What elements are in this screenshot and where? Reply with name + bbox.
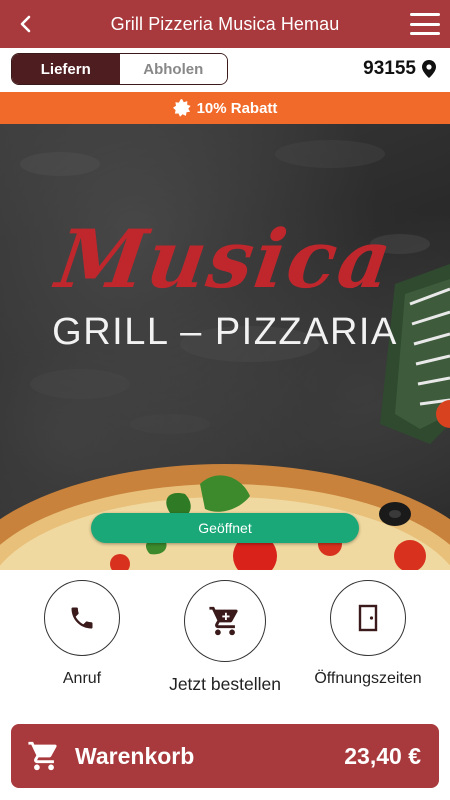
back-button[interactable] [12, 10, 40, 38]
phone-icon [71, 607, 93, 629]
order-mode-bar: Liefern Abholen 93155 [0, 48, 450, 92]
app-header: Grill Pizzeria Musica Hemau [0, 0, 450, 48]
order-now-label: Jetzt bestellen [169, 674, 281, 694]
opening-hours-button[interactable]: Öffnungszeiten [303, 580, 433, 688]
discount-banner[interactable]: 10% Rabatt [0, 92, 450, 124]
call-circle[interactable] [44, 580, 120, 656]
door-icon [358, 604, 378, 632]
cart-button[interactable]: Warenkorb 23,40 € [11, 724, 439, 788]
order-now-circle[interactable] [184, 580, 266, 662]
call-label: Anruf [62, 670, 102, 687]
opening-hours-circle[interactable] [330, 580, 406, 656]
delivery-pickup-toggle: Liefern Abholen [11, 53, 228, 85]
opening-hours-label: Öffnungszeiten [314, 670, 422, 687]
tab-abholen[interactable]: Abholen [119, 54, 227, 84]
order-now-button[interactable]: Jetzt bestellen [160, 580, 290, 695]
tab-liefern[interactable]: Liefern [12, 54, 120, 84]
map-pin-icon [422, 60, 436, 78]
shopping-cart-icon [209, 606, 238, 636]
cart-label: Warenkorb [75, 742, 195, 769]
page-title: Grill Pizzeria Musica Hemau [110, 13, 340, 34]
status-badge[interactable]: Geöffnet [91, 513, 359, 543]
shopping-cart-icon [28, 741, 57, 771]
hamburger-menu-icon[interactable] [408, 9, 442, 39]
logo-subtitle: GRILL – PIZZARIA [52, 311, 398, 353]
call-button[interactable]: Anruf [17, 580, 147, 688]
chevron-left-icon [20, 15, 31, 33]
badge-star-icon [172, 99, 191, 117]
hero-banner: Musica GRILL – PIZZARIA Geöffnet [0, 124, 450, 570]
discount-text: 10% Rabatt [196, 99, 278, 117]
logo-script: Musica [51, 212, 399, 306]
location-selector[interactable]: 93155 [363, 58, 436, 80]
restaurant-logo: Musica GRILL – PIZZARIA [0, 212, 450, 353]
cart-total: 23,40 € [344, 742, 421, 769]
quick-actions: Anruf Jetzt bestellen Öffnungszeiten [0, 570, 450, 720]
zip-code: 93155 [363, 58, 416, 79]
